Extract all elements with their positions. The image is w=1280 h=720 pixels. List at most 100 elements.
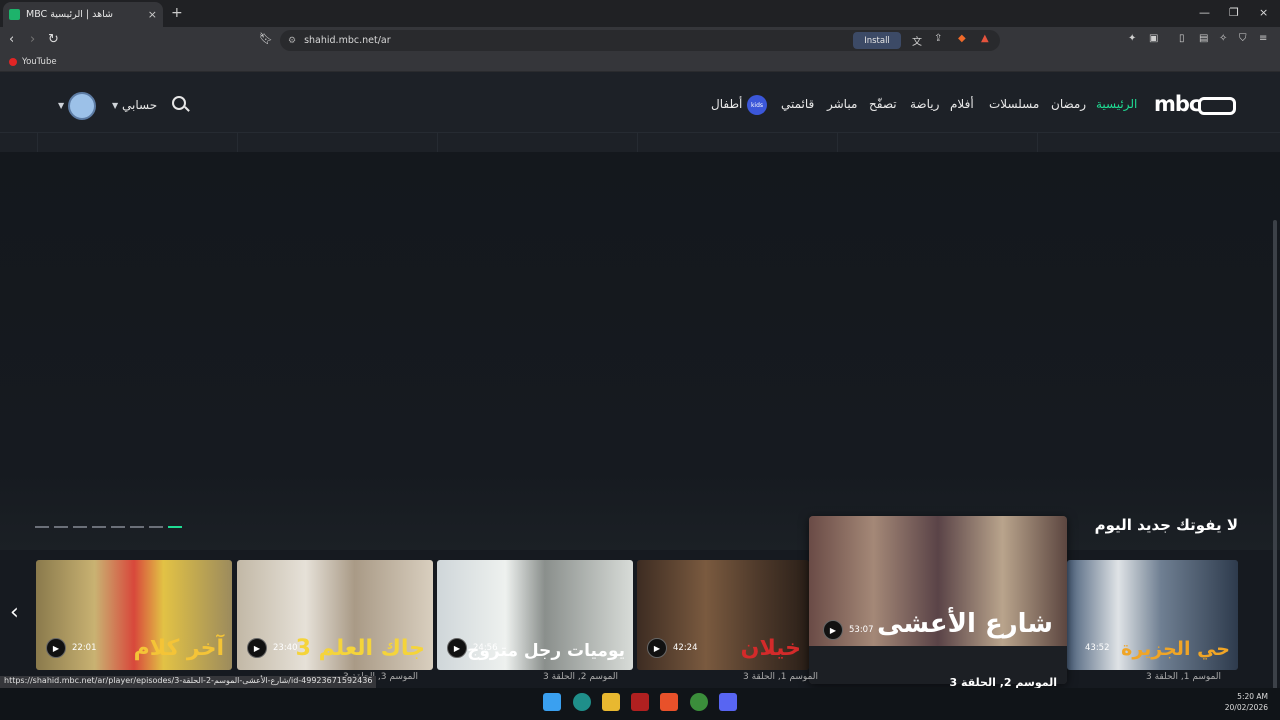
- nav-ramadan[interactable]: رمضان: [1051, 97, 1086, 111]
- acrobat-icon[interactable]: [631, 693, 649, 711]
- translate-icon[interactable]: 文: [912, 33, 922, 48]
- vpn-icon[interactable]: ⛉: [1239, 33, 1247, 44]
- nav-home[interactable]: الرئيسية: [1096, 97, 1137, 111]
- bookmark-label: YouTube: [22, 57, 57, 67]
- play-icon: ▶: [823, 620, 843, 640]
- kids-badge-icon[interactable]: kids: [747, 95, 767, 115]
- duration: 23:40: [273, 643, 298, 653]
- carousel-dot[interactable]: [130, 526, 144, 528]
- show-logo: جاك العلم 3: [295, 636, 425, 661]
- play-icon: ▶: [46, 638, 66, 658]
- reload-icon[interactable]: ↻: [48, 32, 59, 47]
- carousel-prev-icon[interactable]: ‹: [10, 600, 19, 625]
- duration: 43:52: [1085, 643, 1110, 653]
- episode-card[interactable]: يوميات رجل متزوج ▶ 24:56: [437, 560, 633, 670]
- nav-browse[interactable]: تصفّح: [869, 97, 897, 111]
- leo-ai-icon[interactable]: ✧: [1219, 33, 1227, 44]
- clock-date: 20/02/2026: [1224, 703, 1268, 712]
- show-logo: آخر كلام: [133, 636, 224, 661]
- carousel-indicators: [35, 526, 187, 528]
- brave-shield-icon[interactable]: ◆: [958, 33, 966, 44]
- nav-series[interactable]: مسلسلات: [989, 97, 1039, 111]
- bookmarks-bar: YouTube: [0, 54, 1280, 72]
- episode-card[interactable]: حي الجزيرة 43:52: [1067, 560, 1238, 670]
- brave-rewards-icon[interactable]: ▲: [981, 33, 989, 44]
- page-scrollbar[interactable]: [1273, 220, 1277, 700]
- window-close-icon[interactable]: ×: [1259, 6, 1268, 19]
- mbc-logo[interactable]: mbc: [1154, 92, 1201, 116]
- tab-bar: [0, 0, 1280, 27]
- episode-card[interactable]: آخر كلام ▶ 22:01: [36, 560, 232, 670]
- nav-kids[interactable]: أطفال: [711, 97, 742, 111]
- nav-movies[interactable]: أفلام: [950, 97, 974, 111]
- minimize-icon[interactable]: —: [1199, 6, 1210, 19]
- chevron-down-icon[interactable]: ▼: [112, 101, 118, 110]
- tab-close-icon[interactable]: ×: [148, 8, 157, 21]
- divider: [237, 132, 238, 152]
- back-icon[interactable]: ‹: [9, 32, 14, 47]
- carousel-dot[interactable]: [149, 526, 163, 528]
- featured-episode-card[interactable]: شارع الأعشى ▶ 53:07: [809, 516, 1067, 684]
- carousel-dot[interactable]: [111, 526, 125, 528]
- bookmark-youtube[interactable]: YouTube: [9, 57, 57, 67]
- tab-title: MBC شاهد | الرئيسية: [26, 9, 114, 20]
- divider: [637, 132, 638, 152]
- browser-tab[interactable]: MBC شاهد | الرئيسية ×: [3, 2, 163, 27]
- play-icon: [1075, 638, 1079, 658]
- windows-start-icon[interactable]: [543, 693, 561, 711]
- divider: [837, 132, 838, 152]
- avatar[interactable]: [68, 92, 96, 120]
- sidebar-icon[interactable]: ▯: [1179, 33, 1185, 44]
- chrome-icon[interactable]: [690, 693, 708, 711]
- restore-icon[interactable]: ❐: [1229, 6, 1239, 19]
- share-icon[interactable]: ⇪: [934, 33, 942, 44]
- hero-banner[interactable]: [0, 152, 1280, 550]
- brave-icon[interactable]: [660, 693, 678, 711]
- browser-toolbar: ‹ › ↻ 🔖︎ ⚙ shahid.mbc.net/ar: [0, 27, 1280, 54]
- play-button[interactable]: ▶ 53:07: [823, 620, 874, 640]
- account-menu[interactable]: حسابي: [122, 98, 157, 112]
- discord-icon[interactable]: [719, 693, 737, 711]
- play-button[interactable]: ▶ 24:56: [447, 638, 498, 658]
- show-logo: شارع الأعشى: [877, 609, 1053, 639]
- extensions-icon[interactable]: ✦: [1128, 33, 1136, 44]
- play-icon: ▶: [647, 638, 667, 658]
- url-text: shahid.mbc.net/ar: [304, 35, 391, 46]
- profile-chevron-icon[interactable]: ▼: [58, 101, 64, 110]
- play-button[interactable]: ▶ 22:01: [46, 638, 97, 658]
- episode-card[interactable]: خيلان ▶ 42:24: [637, 560, 809, 670]
- new-tab-button[interactable]: +: [171, 5, 183, 21]
- file-explorer-icon[interactable]: [602, 693, 620, 711]
- nav-my-list[interactable]: قائمتي: [781, 97, 814, 111]
- play-button[interactable]: ▶ 42:24: [647, 638, 698, 658]
- forward-icon[interactable]: ›: [30, 32, 35, 47]
- nav-live[interactable]: مباشر: [827, 97, 857, 111]
- episode-caption: الموسم 1, الحلقة 3: [743, 672, 818, 682]
- header-divider: [0, 132, 1280, 152]
- carousel-dot-active[interactable]: [168, 526, 182, 528]
- site-info-icon[interactable]: ⚙: [288, 36, 296, 46]
- play-icon: ▶: [247, 638, 267, 658]
- search-icon[interactable]: [172, 96, 186, 110]
- tab-search-icon[interactable]: ▣: [1149, 33, 1158, 44]
- carousel-dot[interactable]: [73, 526, 87, 528]
- clock-time: 5:20 AM: [1237, 692, 1268, 701]
- carousel-dot[interactable]: [35, 526, 49, 528]
- episode-caption: الموسم 1, الحلقة 3: [1146, 672, 1221, 682]
- play-button[interactable]: ▶ 23:40: [247, 638, 298, 658]
- wallet-icon[interactable]: ▤: [1199, 33, 1208, 44]
- status-url: https://shahid.mbc.net/ar/player/episode…: [4, 676, 373, 685]
- install-button[interactable]: Install: [853, 32, 901, 49]
- edge-icon[interactable]: [573, 693, 591, 711]
- episode-caption: الموسم 2, الحلقة 3: [543, 672, 618, 682]
- play-icon: ▶: [447, 638, 467, 658]
- carousel-dot[interactable]: [54, 526, 68, 528]
- bookmark-icon[interactable]: 🔖︎: [259, 32, 273, 45]
- system-tray[interactable]: 5:20 AM 20/02/2026: [1225, 691, 1268, 713]
- carousel-dot[interactable]: [92, 526, 106, 528]
- menu-icon[interactable]: ≡: [1259, 33, 1267, 44]
- episode-card[interactable]: جاك العلم 3 ▶ 23:40: [237, 560, 433, 670]
- play-button[interactable]: 43:52: [1075, 638, 1110, 658]
- divider: [437, 132, 438, 152]
- nav-sports[interactable]: رياضة: [910, 97, 939, 111]
